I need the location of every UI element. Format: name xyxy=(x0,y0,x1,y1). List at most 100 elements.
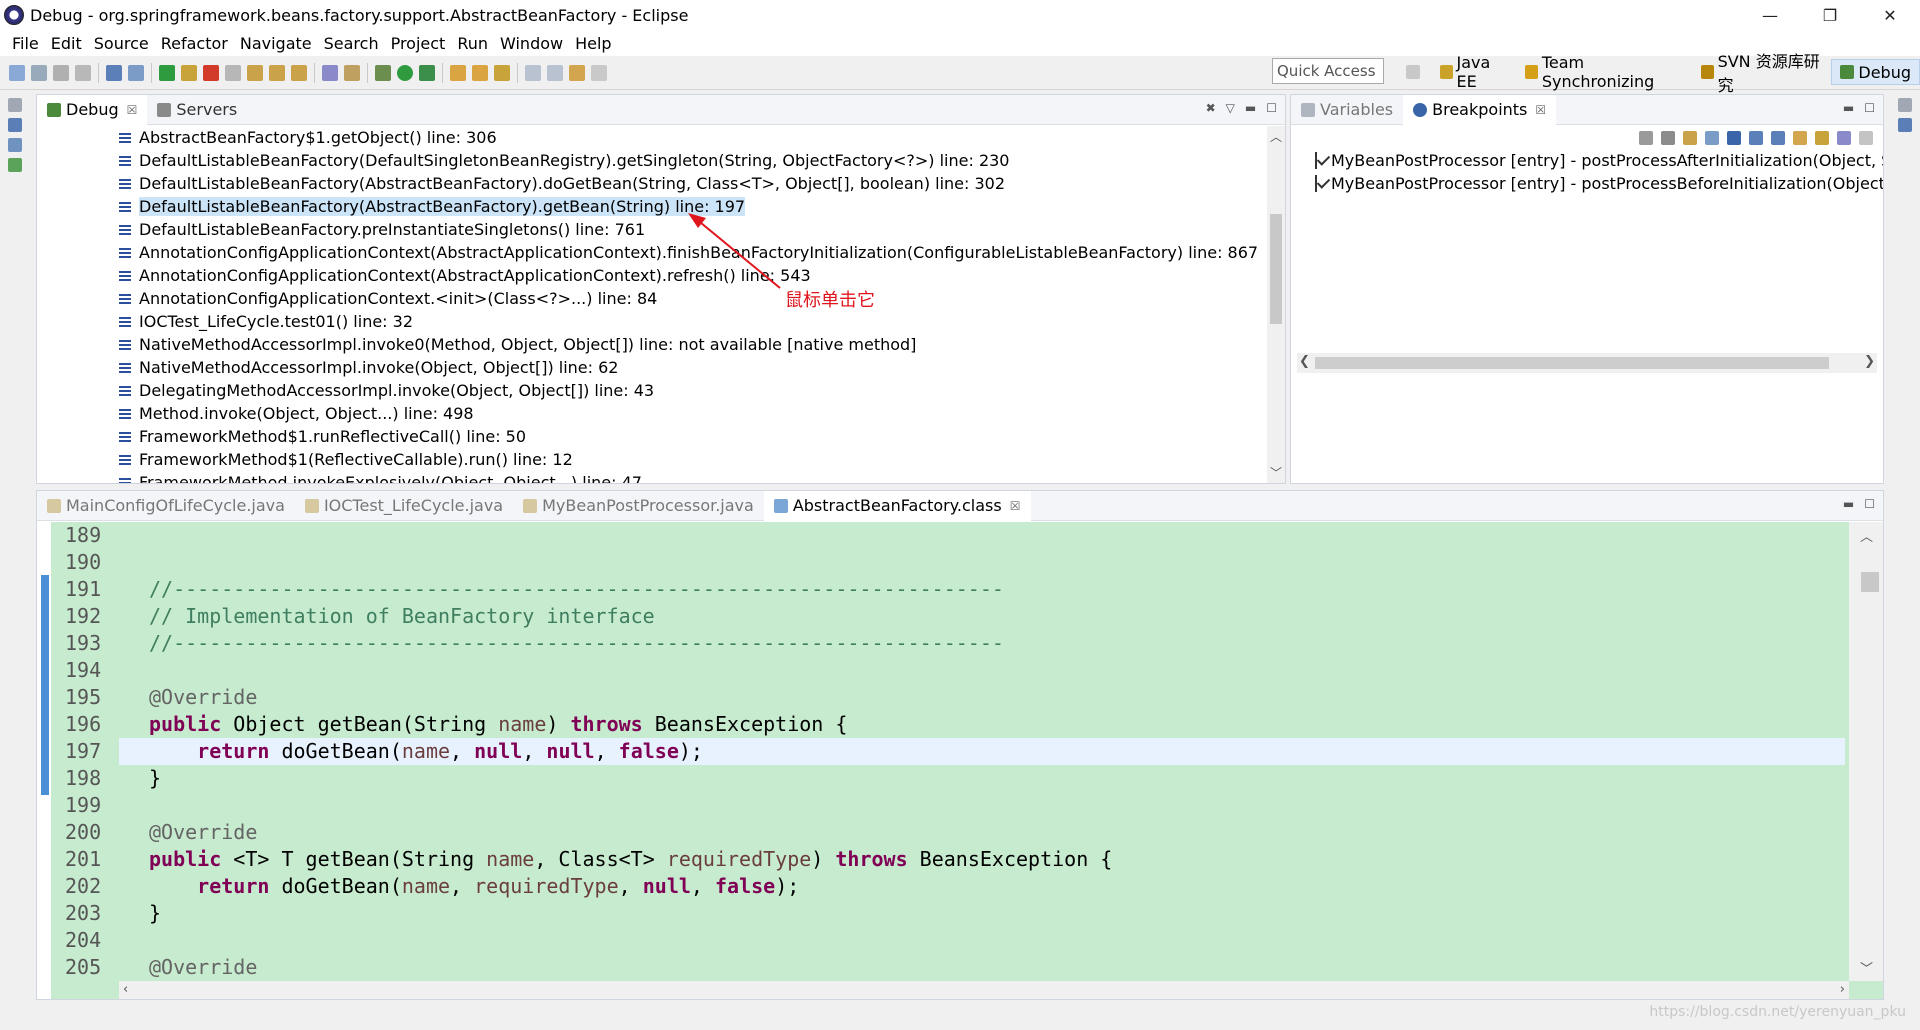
scroll-up-icon[interactable]: ︿ xyxy=(1860,526,1873,545)
tab-ioctest[interactable]: IOCTest_LifeCycle.java xyxy=(295,491,513,521)
step-return-icon[interactable] xyxy=(291,64,307,81)
stack-frame[interactable]: DefaultListableBeanFactory(DefaultSingle… xyxy=(119,149,1265,172)
perspective-svn[interactable]: SVN 资源库研究 xyxy=(1693,52,1831,95)
open-type-icon[interactable] xyxy=(450,64,466,81)
menu-window[interactable]: Window xyxy=(494,34,569,53)
breakpoints-hscroll[interactable]: ❮ ❯ xyxy=(1297,353,1877,373)
tab-breakpoints[interactable]: Breakpoints ☒ xyxy=(1403,94,1557,125)
close-icon[interactable]: ☒ xyxy=(1010,499,1021,513)
drop-to-frame-icon[interactable] xyxy=(344,64,360,81)
minimize-view-icon[interactable]: ▬ xyxy=(1245,101,1256,115)
stack-frame[interactable]: FrameworkMethod$1.runReflectiveCall() li… xyxy=(119,425,1265,448)
tab-debug[interactable]: Debug ☒ xyxy=(37,94,148,125)
link-with-debug-icon[interactable] xyxy=(1793,131,1807,145)
tab-abstractbeanfactory[interactable]: AbstractBeanFactory.class ☒ xyxy=(763,490,1031,521)
scroll-left-icon[interactable]: ❮ xyxy=(1299,354,1310,369)
minimize-button[interactable]: — xyxy=(1740,0,1800,30)
tab-variables[interactable]: Variables xyxy=(1291,95,1403,125)
menu-search[interactable]: Search xyxy=(318,34,385,53)
terminate-icon[interactable] xyxy=(203,64,219,81)
menu-refactor[interactable]: Refactor xyxy=(155,34,234,53)
close-icon[interactable]: ☒ xyxy=(1535,103,1546,117)
skip-all-icon[interactable] xyxy=(1727,131,1741,145)
navigator-icon[interactable] xyxy=(8,138,22,152)
run-icon[interactable] xyxy=(397,64,413,81)
breakpoint-item[interactable]: MyBeanPostProcessor [entry] - postProces… xyxy=(1315,172,1883,195)
stack-frame[interactable]: IOCTest_LifeCycle.test01() line: 32 xyxy=(119,310,1265,333)
remove-terminated-icon[interactable]: ✖ xyxy=(1206,101,1216,115)
tab-servers[interactable]: Servers xyxy=(147,95,247,125)
skip-breakpoints-icon[interactable] xyxy=(128,64,144,81)
new-icon[interactable] xyxy=(9,64,25,81)
debug-scrollbar[interactable]: ︿ ﹀ xyxy=(1267,126,1285,483)
stack-frame[interactable]: AnnotationConfigApplicationContext.<init… xyxy=(119,287,1265,310)
save-all-icon[interactable] xyxy=(75,64,91,81)
editor-scrollbar[interactable]: ︿ ﹀ xyxy=(1849,522,1883,981)
scroll-right-icon[interactable]: › xyxy=(1840,982,1845,997)
perspective-team-sync[interactable]: Team Synchronizing xyxy=(1517,53,1693,91)
stack-frame[interactable]: DelegatingMethodAccessorImpl.invoke(Obje… xyxy=(119,379,1265,402)
scroll-thumb[interactable] xyxy=(1315,357,1829,369)
annotation-prev-icon[interactable] xyxy=(547,64,563,81)
package-explorer-icon[interactable] xyxy=(8,158,22,172)
debug-icon[interactable] xyxy=(375,64,391,81)
stack-frame[interactable]: NativeMethodAccessorImpl.invoke(Object, … xyxy=(119,356,1265,379)
outline-icon[interactable] xyxy=(1898,118,1912,132)
restore-icon[interactable] xyxy=(1898,98,1912,112)
quick-access-input[interactable]: Quick Access xyxy=(1272,58,1384,84)
breakpoint-checkbox[interactable] xyxy=(1315,175,1317,192)
stack-frame[interactable]: AbstractBeanFactory$1.getObject() line: … xyxy=(119,126,1265,149)
menu-project[interactable]: Project xyxy=(385,34,452,53)
minimize-view-icon[interactable]: ▬ xyxy=(1843,497,1854,511)
code-editor[interactable]: 189 190 191 192 193 194 195 196 197 198 199 200 201 2… xyxy=(37,522,1883,999)
tab-mybeanpostprocessor[interactable]: MyBeanPostProcessor.java xyxy=(513,491,764,521)
stack-frame[interactable]: AnnotationConfigApplicationContext(Abstr… xyxy=(119,241,1265,264)
go-to-file-icon[interactable] xyxy=(1705,131,1719,145)
step-into-icon[interactable] xyxy=(247,64,263,81)
search-icon[interactable] xyxy=(494,64,510,81)
annotation-next-icon[interactable] xyxy=(525,64,541,81)
scroll-up-icon[interactable]: ︿ xyxy=(1267,128,1285,145)
menu-edit[interactable]: Edit xyxy=(45,34,88,53)
scroll-right-icon[interactable]: ❯ xyxy=(1864,354,1875,369)
external-tools-icon[interactable] xyxy=(419,64,435,81)
terminal-icon[interactable] xyxy=(106,64,122,81)
collapse-all-icon[interactable] xyxy=(1771,131,1785,145)
new-dropdown-icon[interactable] xyxy=(31,64,47,81)
save-icon[interactable] xyxy=(53,64,69,81)
menu-source[interactable]: Source xyxy=(88,34,155,53)
project-explorer-icon[interactable] xyxy=(8,118,22,132)
stack-frame[interactable]: DefaultListableBeanFactory(AbstractBeanF… xyxy=(119,172,1265,195)
stack-frame[interactable]: DefaultListableBeanFactory.preInstantiat… xyxy=(119,218,1265,241)
maximize-view-icon[interactable]: ☐ xyxy=(1864,101,1875,115)
open-perspective-button[interactable] xyxy=(1398,59,1432,85)
close-button[interactable]: ✕ xyxy=(1860,0,1920,30)
remove-all-icon[interactable] xyxy=(1661,131,1675,145)
breakpoint-item[interactable]: MyBeanPostProcessor [entry] - postProces… xyxy=(1315,149,1883,172)
scroll-down-icon[interactable]: ﹀ xyxy=(1860,958,1873,977)
stack-frame[interactable]: FrameworkMethod$1(ReflectiveCallable).ru… xyxy=(119,448,1265,471)
menu-run[interactable]: Run xyxy=(451,34,494,53)
forward-icon[interactable] xyxy=(591,64,607,81)
view-menu-icon[interactable] xyxy=(1859,131,1873,145)
stack-frame[interactable]: AnnotationConfigApplicationContext(Abstr… xyxy=(119,264,1265,287)
disconnect-icon[interactable] xyxy=(225,64,241,81)
scroll-thumb[interactable] xyxy=(1861,572,1879,592)
remove-breakpoint-icon[interactable] xyxy=(1639,131,1653,145)
scroll-left-icon[interactable]: ‹ xyxy=(123,982,128,997)
expand-all-icon[interactable] xyxy=(1749,131,1763,145)
menu-help[interactable]: Help xyxy=(569,34,617,53)
scroll-down-icon[interactable]: ﹀ xyxy=(1267,464,1285,481)
back-icon[interactable] xyxy=(569,64,585,81)
minimize-view-icon[interactable]: ▬ xyxy=(1843,101,1854,115)
resume-icon[interactable] xyxy=(159,64,175,81)
stack-frame[interactable]: DefaultListableBeanFactory(AbstractBeanF… xyxy=(119,195,1265,218)
scroll-thumb[interactable] xyxy=(1270,214,1282,324)
breakpoint-checkbox[interactable] xyxy=(1315,152,1317,169)
perspective-java-ee[interactable]: Java EE xyxy=(1432,53,1517,91)
suspend-icon[interactable] xyxy=(181,64,197,81)
show-supported-icon[interactable] xyxy=(1683,131,1697,145)
restore-button[interactable]: ❐ xyxy=(1800,0,1860,30)
restore-icon[interactable] xyxy=(8,98,22,112)
tab-mainconfig[interactable]: MainConfigOfLifeCycle.java xyxy=(37,491,295,521)
